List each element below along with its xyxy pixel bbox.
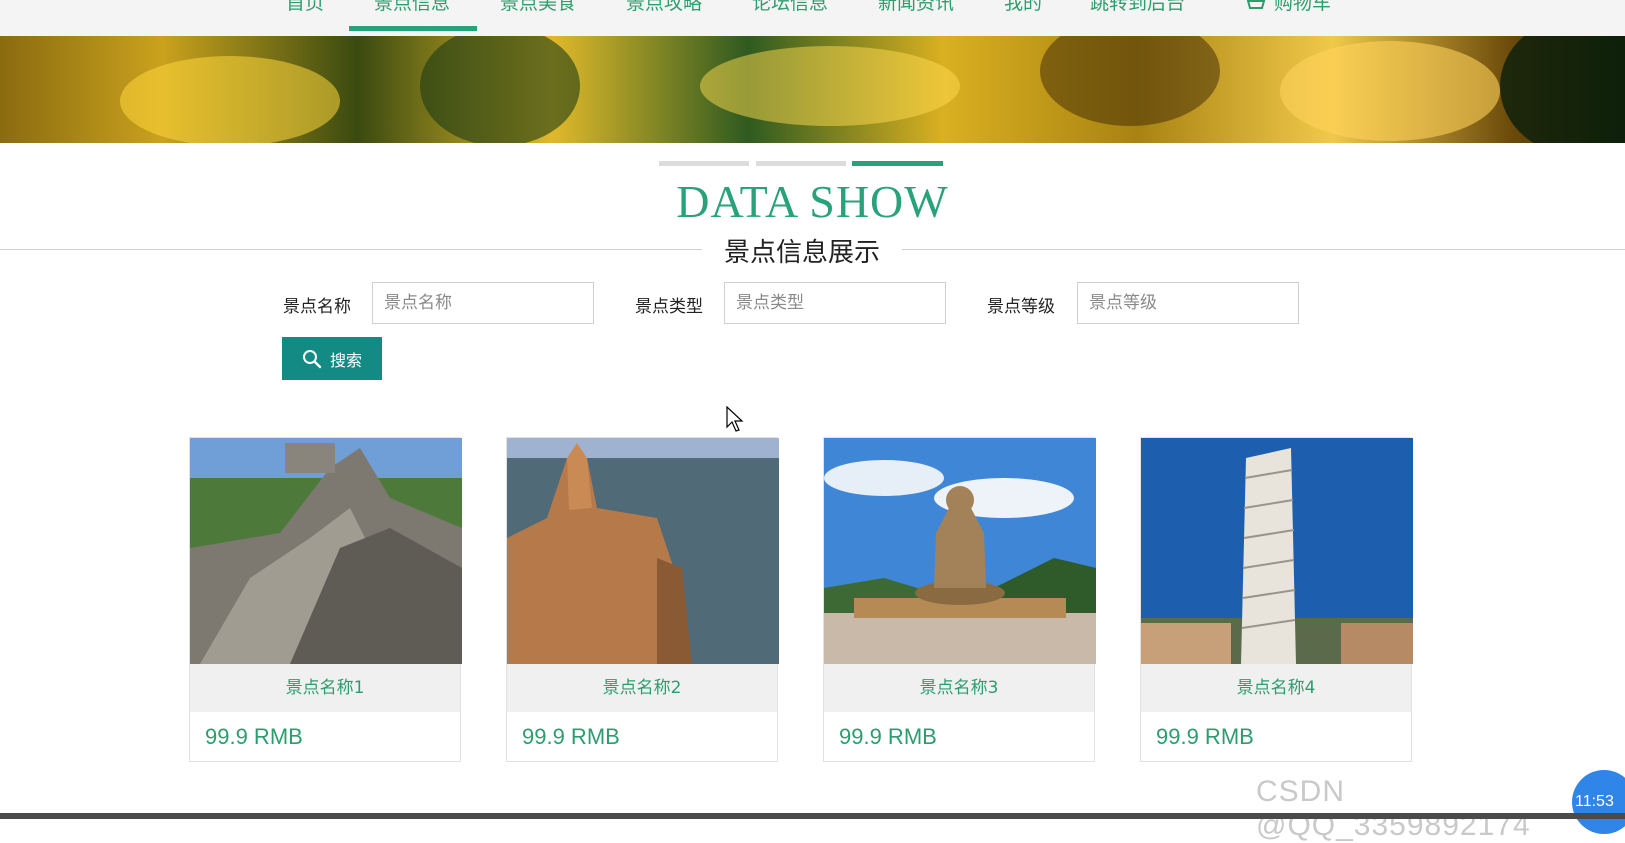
hero-banner <box>0 36 1625 143</box>
scenic-card[interactable]: 景点名称1 99.9 RMB <box>189 437 462 762</box>
card-name[interactable]: 景点名称3 <box>824 664 1094 712</box>
card-name[interactable]: 景点名称1 <box>190 664 460 712</box>
name-input[interactable] <box>372 282 594 324</box>
top-nav: 首页 景点信息 景点美食 景点攻略 论坛信息 新闻资讯 我的 跳转到后台 购物车 <box>0 0 1625 36</box>
nav-item-home[interactable]: 首页 <box>286 0 324 15</box>
nav-item-scenic-food[interactable]: 景点美食 <box>500 0 576 15</box>
search-button-label: 搜索 <box>329 352 362 370</box>
scenic-card[interactable]: 景点名称4 99.9 RMB <box>1140 437 1413 762</box>
type-label: 景点类型 <box>635 297 703 317</box>
card-name[interactable]: 景点名称4 <box>1141 664 1411 712</box>
title-decor-bar-1 <box>659 161 749 166</box>
title-decor-bar-3 <box>852 161 943 166</box>
nav-item-news[interactable]: 新闻资讯 <box>878 0 954 15</box>
card-price: 99.9 RMB <box>522 724 620 749</box>
nav-item-mine[interactable]: 我的 <box>1004 0 1042 15</box>
title-decor-bar-2 <box>756 161 846 166</box>
scenic-card[interactable]: 景点名称2 99.9 RMB <box>506 437 779 762</box>
level-label: 景点等级 <box>987 297 1055 317</box>
watermark: CSDN @QQ_3359892174 <box>1256 775 1531 842</box>
section-title: DATA SHOW <box>676 176 949 227</box>
clock-time: 11:53 <box>1575 793 1614 810</box>
sea-cliff-image[interactable] <box>507 438 779 664</box>
type-input[interactable] <box>724 282 946 324</box>
section-subtitle: 景点信息展示 <box>702 232 902 269</box>
cart-icon[interactable] <box>1242 0 1266 12</box>
search-button[interactable]: 搜索 <box>282 337 382 380</box>
nav-item-admin[interactable]: 跳转到后台 <box>1090 0 1185 15</box>
mouse-cursor-icon <box>726 406 744 432</box>
leaning-tower-image[interactable] <box>1141 438 1413 664</box>
nav-item-cart[interactable]: 购物车 <box>1274 0 1331 15</box>
card-price: 99.9 RMB <box>205 724 303 749</box>
card-price: 99.9 RMB <box>839 724 937 749</box>
nav-active-indicator <box>349 26 477 31</box>
nav-item-scenic-guide[interactable]: 景点攻略 <box>626 0 702 15</box>
scenic-card[interactable]: 景点名称3 99.9 RMB <box>823 437 1096 762</box>
buddha-statue-image[interactable] <box>824 438 1096 664</box>
bottom-bar <box>0 813 1625 819</box>
nav-item-forum[interactable]: 论坛信息 <box>752 0 828 15</box>
great-wall-image[interactable] <box>190 438 462 664</box>
name-label: 景点名称 <box>283 297 351 317</box>
search-icon <box>302 349 322 368</box>
card-price: 99.9 RMB <box>1156 724 1254 749</box>
nav-item-scenic-info[interactable]: 景点信息 <box>374 0 450 15</box>
card-name[interactable]: 景点名称2 <box>507 664 777 712</box>
level-input[interactable] <box>1077 282 1299 324</box>
